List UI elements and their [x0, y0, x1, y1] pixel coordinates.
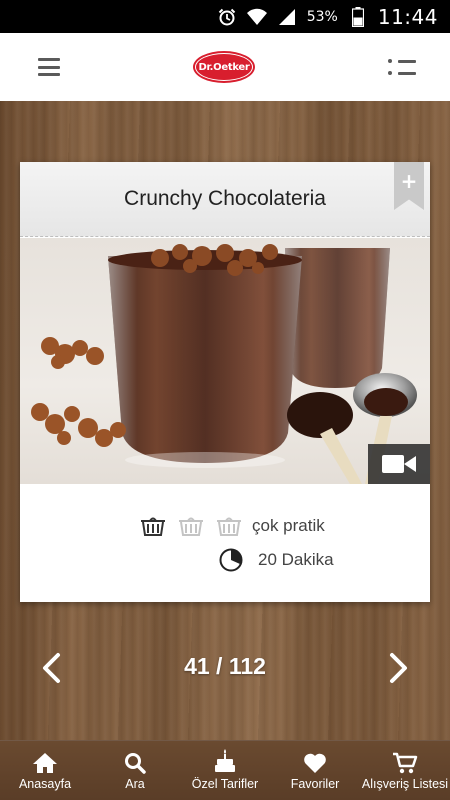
battery-icon	[348, 6, 368, 27]
cake-icon	[213, 748, 237, 774]
chevron-right-icon	[390, 653, 407, 683]
dr-oetker-logo: Dr.Oetker	[193, 51, 255, 83]
hamburger-menu-icon[interactable]	[38, 58, 60, 76]
play-video-button[interactable]	[368, 444, 430, 484]
difficulty-pot-icon-empty	[214, 514, 244, 538]
nav-label: Favoriler	[290, 777, 340, 791]
home-icon	[32, 748, 58, 774]
nav-item-shopping-list[interactable]: Alışveriş Listesi	[360, 741, 450, 800]
search-icon	[124, 748, 146, 774]
wifi-icon	[246, 7, 267, 27]
alarm-icon	[217, 7, 237, 27]
recipe-card-header: Crunchy Chocolateria +	[20, 162, 430, 237]
signal-icon	[277, 7, 297, 27]
nav-item-favorites[interactable]: Favoriler	[270, 741, 360, 800]
recipe-photo[interactable]	[20, 238, 430, 484]
difficulty-pot-icon-empty	[176, 514, 206, 538]
bottom-navigation: Anasayfa Ara Özel Tarifler Favoriler Alı…	[0, 740, 450, 800]
difficulty-row: çok pratik	[138, 514, 325, 538]
clock-icon	[216, 548, 246, 572]
next-recipe-button[interactable]	[380, 650, 416, 686]
nav-label: Alışveriş Listesi	[361, 777, 449, 791]
time-row: 20 Dakika	[216, 548, 334, 572]
nav-label: Ara	[125, 777, 145, 791]
nav-item-special-recipes[interactable]: Özel Tarifler	[180, 741, 270, 800]
heart-icon	[303, 748, 327, 774]
status-bar: 53% 11:44	[0, 0, 450, 33]
clock: 11:44	[377, 4, 438, 29]
plus-icon: +	[400, 169, 418, 193]
difficulty-pot-icon-filled	[138, 514, 168, 538]
add-bookmark-button[interactable]: +	[394, 162, 424, 210]
nav-item-home[interactable]: Anasayfa	[0, 741, 90, 800]
difficulty-label: çok pratik	[252, 516, 325, 535]
recipe-title: Crunchy Chocolateria	[124, 187, 326, 210]
nav-label: Anasayfa	[18, 777, 72, 791]
list-view-icon[interactable]	[388, 59, 416, 75]
battery-percent: 53%	[306, 8, 338, 25]
time-label: 20 Dakika	[258, 550, 334, 569]
nav-label: Özel Tarifler	[191, 777, 259, 791]
cart-icon	[392, 748, 418, 774]
logo-text: Dr.Oetker	[196, 54, 252, 80]
recipe-meta: çok pratik 20 Dakika	[20, 484, 430, 602]
recipe-card[interactable]: Crunchy Chocolateria + çok pratik 20 Dak…	[20, 162, 430, 602]
app-bar: Dr.Oetker	[0, 33, 450, 101]
recipe-pager: 41 / 112	[0, 640, 450, 696]
video-camera-icon	[382, 455, 416, 473]
nav-item-search[interactable]: Ara	[90, 741, 180, 800]
